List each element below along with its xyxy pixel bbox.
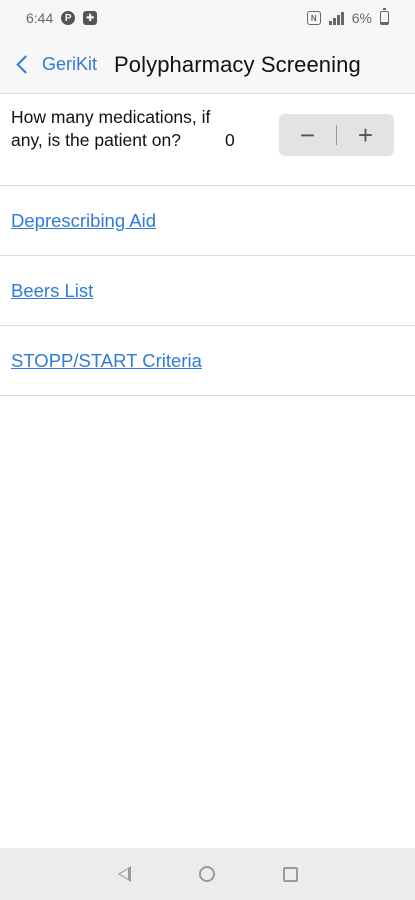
stopp-start-criteria-link[interactable]: STOPP/START Criteria — [11, 350, 202, 372]
medication-count-value: 0 — [225, 130, 235, 150]
system-recents-icon[interactable] — [282, 866, 298, 882]
status-time: 6:44 — [26, 10, 54, 26]
status-left: 6:44 P ✚ — [26, 10, 98, 26]
notification-app-icon: ✚ — [83, 11, 98, 25]
chevron-left-icon — [16, 55, 35, 74]
deprescribing-aid-row[interactable]: Deprescribing Aid — [0, 186, 415, 256]
deprescribing-aid-link[interactable]: Deprescribing Aid — [11, 210, 156, 232]
system-home-icon[interactable] — [198, 866, 215, 882]
battery-icon — [380, 8, 389, 25]
medication-count-row: How many medications, if any, is the pat… — [0, 94, 415, 186]
back-button-label: GeriKit — [42, 54, 98, 74]
system-navigation-bar — [0, 848, 415, 900]
increment-button[interactable]: + — [337, 114, 394, 156]
beers-list-link[interactable]: Beers List — [11, 280, 93, 302]
medication-question: How many medications, if any, is the pat… — [11, 107, 211, 150]
beers-list-row[interactable]: Beers List — [0, 256, 415, 326]
battery-percent: 6% — [351, 10, 372, 26]
p-circle-icon: P — [61, 11, 76, 25]
status-bar: 6:44 P ✚ N 6% — [0, 0, 415, 36]
navigation-bar: GeriKit Polypharmacy Screening — [0, 36, 415, 94]
stopp-start-criteria-row[interactable]: STOPP/START Criteria — [0, 326, 415, 396]
system-back-icon[interactable] — [117, 866, 131, 882]
page-title: Polypharmacy Screening — [114, 51, 361, 77]
signal-icon — [328, 11, 344, 25]
back-button[interactable]: GeriKit — [0, 54, 97, 75]
medication-stepper: − + — [279, 114, 394, 156]
decrement-button[interactable]: − — [279, 114, 336, 156]
status-right: N 6% — [306, 8, 389, 26]
nfc-icon: N — [306, 11, 321, 25]
